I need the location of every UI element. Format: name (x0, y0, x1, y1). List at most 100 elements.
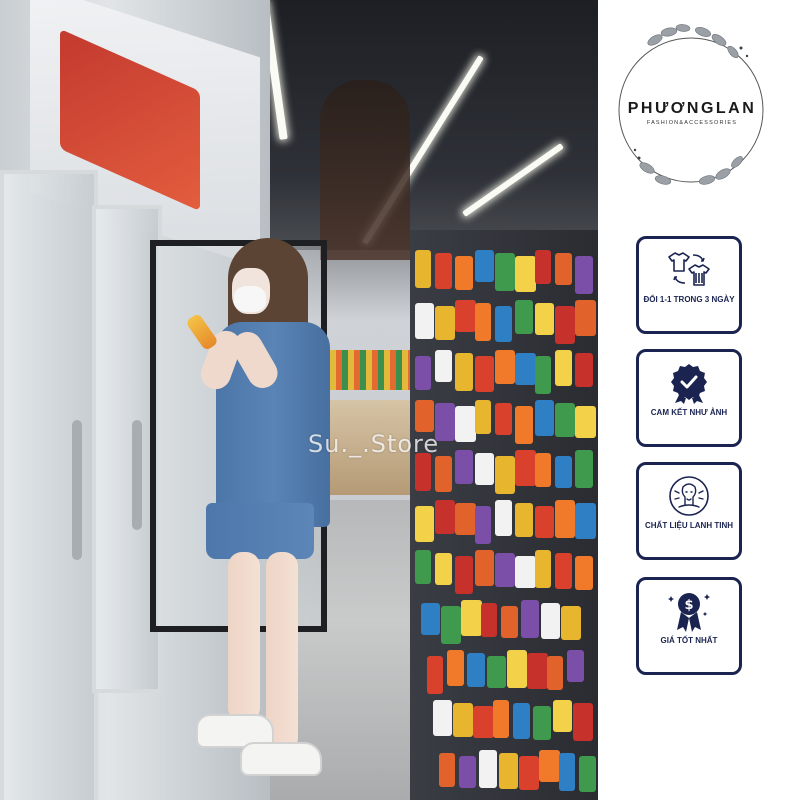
snack-package (495, 553, 515, 587)
verified-badge-icon (671, 364, 707, 404)
snack-package (513, 703, 530, 739)
brand-tagline: FASHION&ACCESSORIES (646, 120, 738, 126)
snack-package (519, 756, 539, 790)
snack-package (575, 503, 596, 539)
sneaker (240, 742, 322, 776)
snack-package (527, 653, 548, 689)
snack-package (415, 506, 434, 542)
snack-package (573, 703, 593, 741)
snack-package (447, 650, 464, 686)
snack-package (579, 756, 596, 792)
snack-package (475, 400, 491, 434)
snack-package (567, 650, 584, 682)
snack-package (453, 703, 473, 737)
snack-package (535, 400, 554, 436)
snack-package (455, 556, 473, 594)
snack-package (435, 306, 455, 340)
feature-label: ĐỔI 1-1 TRONG 3 NGÀY (643, 295, 735, 304)
snack-package (555, 500, 575, 538)
snack-package (515, 353, 536, 385)
snack-package (575, 353, 593, 387)
feature-label: GIÁ TỐT NHẤT (660, 636, 718, 645)
snack-package (479, 750, 497, 788)
snack-package (521, 600, 539, 638)
snack-package (535, 303, 554, 335)
snack-package (473, 706, 494, 738)
snack-package (455, 503, 476, 535)
fabric-person-icon (669, 476, 709, 516)
snack-package (415, 400, 434, 432)
brand-name: PHƯƠNGLAN (627, 100, 757, 117)
snack-package (495, 500, 512, 536)
price-medal-icon: $ (668, 593, 710, 632)
snack-package (475, 506, 491, 544)
svg-text:$: $ (684, 598, 693, 613)
feature-label: CHẤT LIỆU LANH TINH (645, 521, 733, 530)
person-leg (228, 552, 260, 722)
snack-package (575, 256, 593, 294)
snack-package (475, 453, 494, 485)
snack-package (455, 450, 473, 484)
snack-package (495, 350, 515, 384)
feature-card-material: CHẤT LIỆU LANH TINH (636, 462, 742, 560)
snack-package (575, 450, 593, 488)
product-photo: Su._.Store (0, 0, 598, 800)
snack-package (555, 403, 575, 437)
snack-package (475, 250, 494, 282)
feature-label: CAM KẾT NHƯ ẢNH (650, 408, 728, 417)
snack-package (433, 700, 452, 736)
snack-package (515, 300, 533, 334)
snack-package (535, 250, 551, 284)
snack-package (561, 606, 581, 640)
snack-package (487, 656, 506, 688)
snack-package (455, 353, 473, 391)
snack-package (475, 550, 494, 586)
snack-package (539, 750, 560, 782)
snack-package (535, 506, 554, 538)
snack-package (515, 256, 536, 292)
snack-package (535, 453, 551, 487)
snack-package (515, 450, 536, 486)
snack-package (439, 753, 455, 787)
snack-package (435, 553, 452, 585)
snack-package (575, 300, 596, 336)
snack-package (427, 656, 443, 694)
snack-package (535, 356, 551, 394)
snack-package (541, 603, 560, 639)
snack-package (535, 550, 551, 588)
snack-package (555, 253, 572, 285)
snack-package (441, 606, 461, 644)
snack-package (455, 256, 473, 290)
snack-package (415, 303, 434, 339)
snack-package (481, 603, 497, 637)
snack-package (435, 456, 452, 492)
snack-package (415, 250, 431, 288)
snack-package (507, 650, 527, 688)
snack-package (415, 550, 431, 584)
snack-package (493, 700, 509, 738)
snack-package (553, 700, 572, 732)
snack-package (435, 253, 452, 289)
snack-package (461, 600, 482, 636)
snack-package (515, 503, 533, 537)
snack-package (501, 606, 518, 638)
snack-package (495, 253, 515, 291)
snack-package (415, 453, 431, 491)
shirt-exchange-icon (668, 252, 710, 286)
snack-package (467, 653, 485, 687)
snack-package (495, 403, 512, 435)
snack-package (555, 456, 572, 488)
snack-package (495, 456, 515, 494)
snack-package (421, 603, 440, 635)
store-watermark: Su._.Store (308, 430, 440, 458)
snack-package (415, 356, 431, 390)
snack-package (515, 406, 533, 444)
shorts (206, 503, 314, 559)
snack-package (575, 556, 593, 590)
snack-package (555, 306, 575, 344)
snack-package (555, 350, 572, 386)
snack-package (455, 300, 476, 332)
snack-package (435, 350, 452, 382)
feature-card-guarantee: CAM KẾT NHƯ ẢNH (636, 349, 742, 447)
snack-package (559, 753, 575, 791)
